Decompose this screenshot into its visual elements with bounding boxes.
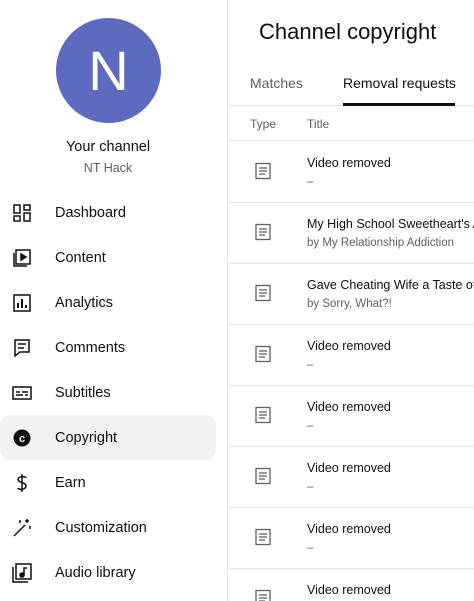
- table-row[interactable]: Video removed –: [229, 386, 474, 447]
- dollar-icon: [12, 473, 32, 493]
- row-title[interactable]: My High School Sweetheart's A: [307, 217, 474, 231]
- row-subtitle: –: [307, 359, 314, 371]
- sidebar-item-comments[interactable]: Comments: [0, 325, 216, 370]
- column-header-title[interactable]: Title: [307, 117, 329, 131]
- magic-wand-icon: [12, 518, 32, 538]
- tab-bar: Matches Removal requests: [229, 66, 474, 106]
- row-subtitle: –: [307, 420, 314, 432]
- sidebar-item-analytics[interactable]: Analytics: [0, 280, 216, 325]
- page-title: Channel copyright: [259, 19, 437, 44]
- sidebar-item-label: Audio library: [55, 564, 136, 581]
- row-subtitle: –: [307, 542, 314, 554]
- channel-name: NT Hack: [83, 161, 133, 175]
- row-subtitle: –: [307, 176, 314, 188]
- document-icon: [254, 528, 272, 546]
- copyright-icon: c: [12, 428, 32, 448]
- row-title[interactable]: Video removed: [307, 400, 391, 414]
- table-row[interactable]: Video removed –: [229, 325, 474, 386]
- tab-matches[interactable]: Matches: [250, 75, 303, 91]
- table-row[interactable]: Video removed –: [229, 508, 474, 569]
- document-icon: [254, 162, 272, 180]
- sidebar: N Your channel NT Hack Dashboard Content…: [0, 0, 228, 601]
- avatar[interactable]: N: [56, 18, 161, 123]
- row-title[interactable]: Video removed: [307, 461, 391, 475]
- table-row[interactable]: Video removed –: [229, 142, 474, 203]
- sidebar-item-label: Content: [55, 249, 106, 266]
- sidebar-item-label: Dashboard: [55, 204, 126, 221]
- sidebar-item-label: Copyright: [55, 429, 118, 446]
- document-icon: [254, 467, 272, 485]
- sidebar-item-label: Customization: [55, 519, 147, 536]
- sidebar-item-content[interactable]: Content: [0, 235, 216, 280]
- row-title[interactable]: Video removed: [307, 522, 391, 536]
- row-title[interactable]: Video removed: [307, 339, 391, 353]
- sidebar-item-label: Comments: [55, 339, 126, 356]
- sidebar-item-label: Subtitles: [55, 384, 111, 401]
- sidebar-item-label: Analytics: [55, 294, 114, 311]
- sidebar-nav: Dashboard Content Analytics Comments Sub…: [0, 190, 228, 595]
- document-icon: [254, 345, 272, 363]
- audio-library-icon: [12, 562, 32, 583]
- table-row[interactable]: Gave Cheating Wife a Taste of by Sorry, W…: [229, 264, 474, 325]
- table-row[interactable]: Video removed –: [229, 447, 474, 508]
- active-tab-indicator: [343, 103, 455, 106]
- main-content: Channel copyright Matches Removal reques…: [229, 0, 474, 601]
- row-subtitle: by Sorry, What?!: [307, 298, 392, 310]
- row-subtitle: –: [307, 481, 314, 493]
- row-title[interactable]: Gave Cheating Wife a Taste of: [307, 278, 474, 292]
- sidebar-item-copyright[interactable]: c Copyright: [0, 415, 216, 460]
- sidebar-item-customization[interactable]: Customization: [0, 505, 216, 550]
- table-body: Video removed – My High School Sweetheart'…: [229, 142, 474, 601]
- document-icon: [254, 406, 272, 424]
- table-row[interactable]: Video removed–: [229, 569, 474, 601]
- dashboard-icon: [12, 203, 32, 223]
- sidebar-item-audio-library[interactable]: Audio library: [0, 550, 216, 595]
- subtitles-icon: [12, 383, 32, 403]
- document-icon: [254, 284, 272, 302]
- content-icon: [12, 248, 32, 268]
- table-header: Type Title: [229, 107, 474, 141]
- row-subtitle: by My Relationship Addiction: [307, 237, 455, 249]
- sidebar-item-earn[interactable]: Earn: [0, 460, 216, 505]
- svg-text:c: c: [19, 433, 25, 445]
- table-row[interactable]: My High School Sweetheart's A by My Relat…: [229, 203, 474, 264]
- sidebar-item-dashboard[interactable]: Dashboard: [0, 190, 216, 235]
- row-title[interactable]: Video removed: [307, 583, 391, 597]
- row-title[interactable]: Video removed: [307, 156, 391, 170]
- sidebar-item-label: Earn: [55, 474, 86, 491]
- channel-label: Your channel: [65, 139, 151, 155]
- analytics-icon: [12, 293, 32, 313]
- column-header-type[interactable]: Type: [250, 117, 276, 131]
- document-icon: [254, 223, 272, 241]
- sidebar-item-subtitles[interactable]: Subtitles: [0, 370, 216, 415]
- document-icon: [254, 589, 272, 601]
- comments-icon: [12, 338, 32, 358]
- tab-removal-requests[interactable]: Removal requests: [343, 75, 456, 91]
